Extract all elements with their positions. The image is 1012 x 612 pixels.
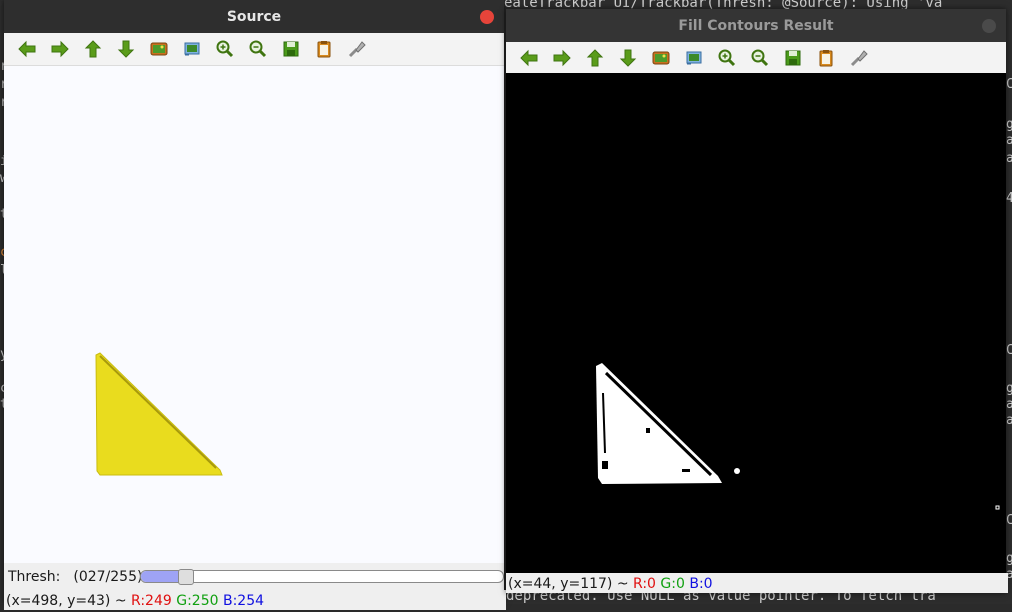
close-button[interactable]: [982, 19, 996, 33]
window-title: Source: [226, 8, 282, 25]
zoom-fit-icon[interactable]: [175, 36, 208, 62]
arrow-down-icon[interactable]: [611, 45, 644, 71]
save-image-icon[interactable]: [644, 45, 677, 71]
save-icon[interactable]: [274, 36, 307, 62]
source-titlebar[interactable]: Source: [4, 0, 504, 33]
zoom-out-icon[interactable]: [743, 45, 776, 71]
trackbar-label: Thresh:: [8, 568, 61, 585]
source-image: [95, 352, 223, 476]
terminal-fragment: g: [1006, 381, 1012, 396]
source-image-canvas[interactable]: [4, 66, 504, 563]
terminal-fragment: 4: [1006, 191, 1012, 206]
source-window: Source Thresh: (027/255) (x=498, y=43) ~…: [4, 0, 506, 610]
thresh-slider[interactable]: [140, 569, 504, 585]
status-coords: (x=44, y=117) ~: [508, 576, 629, 592]
terminal-fragment: g: [1006, 117, 1012, 132]
terminal-fragment: C: [1006, 513, 1012, 528]
contour-hole: [682, 469, 690, 472]
status-green: G:250: [176, 593, 219, 609]
status-green: G:0: [660, 576, 685, 592]
contour-hole: [602, 461, 608, 469]
slider-handle[interactable]: [178, 569, 194, 585]
terminal-fragment: a: [1006, 413, 1012, 428]
result-image-canvas[interactable]: [506, 73, 1006, 573]
status-red: R:0: [633, 576, 656, 592]
trackbar-value: (027/255): [73, 568, 143, 585]
arrow-right-icon[interactable]: [43, 36, 76, 62]
window-title: Fill Contours Result: [678, 17, 834, 34]
terminal-fragment: C: [1006, 77, 1012, 92]
thresh-trackbar: Thresh: (027/255): [4, 563, 504, 590]
source-toolbar: [4, 33, 504, 66]
properties-icon[interactable]: [340, 36, 373, 62]
arrow-left-icon[interactable]: [10, 36, 43, 62]
arrow-right-icon[interactable]: [545, 45, 578, 71]
terminal-fragment: a: [1006, 397, 1012, 412]
result-image: [596, 363, 1000, 510]
noise-blob: [734, 468, 740, 474]
zoom-in-icon[interactable]: [208, 36, 241, 62]
status-red: R:249: [131, 593, 172, 609]
arrow-left-icon[interactable]: [512, 45, 545, 71]
zoom-in-icon[interactable]: [710, 45, 743, 71]
copy-icon[interactable]: [307, 36, 340, 62]
terminal-fragment: g: [1006, 551, 1012, 566]
source-statusbar: (x=498, y=43) ~ R:249 G:250 B:254: [4, 590, 506, 610]
close-button[interactable]: [480, 10, 494, 24]
result-window: Fill Contours Result (x=44, y=117) ~ R:0…: [506, 9, 1008, 593]
zoom-out-icon[interactable]: [241, 36, 274, 62]
terminal-fragment: a: [1006, 151, 1012, 166]
terminal-fragment: C: [1006, 343, 1012, 358]
copy-icon[interactable]: [809, 45, 842, 71]
status-coords: (x=498, y=43) ~: [6, 593, 127, 609]
arrow-up-icon[interactable]: [76, 36, 109, 62]
result-titlebar[interactable]: Fill Contours Result: [506, 9, 1006, 42]
terminal-fragment: a: [1006, 133, 1012, 148]
contour-hole: [646, 428, 650, 433]
arrow-up-icon[interactable]: [578, 45, 611, 71]
noise-dot: [995, 505, 1000, 510]
result-toolbar: [506, 42, 1006, 75]
arrow-down-icon[interactable]: [109, 36, 142, 62]
status-blue: B:0: [689, 576, 713, 592]
properties-icon[interactable]: [842, 45, 875, 71]
result-statusbar: (x=44, y=117) ~ R:0 G:0 B:0: [506, 573, 1008, 593]
status-blue: B:254: [222, 593, 265, 609]
save-image-icon[interactable]: [142, 36, 175, 62]
save-icon[interactable]: [776, 45, 809, 71]
zoom-fit-icon[interactable]: [677, 45, 710, 71]
